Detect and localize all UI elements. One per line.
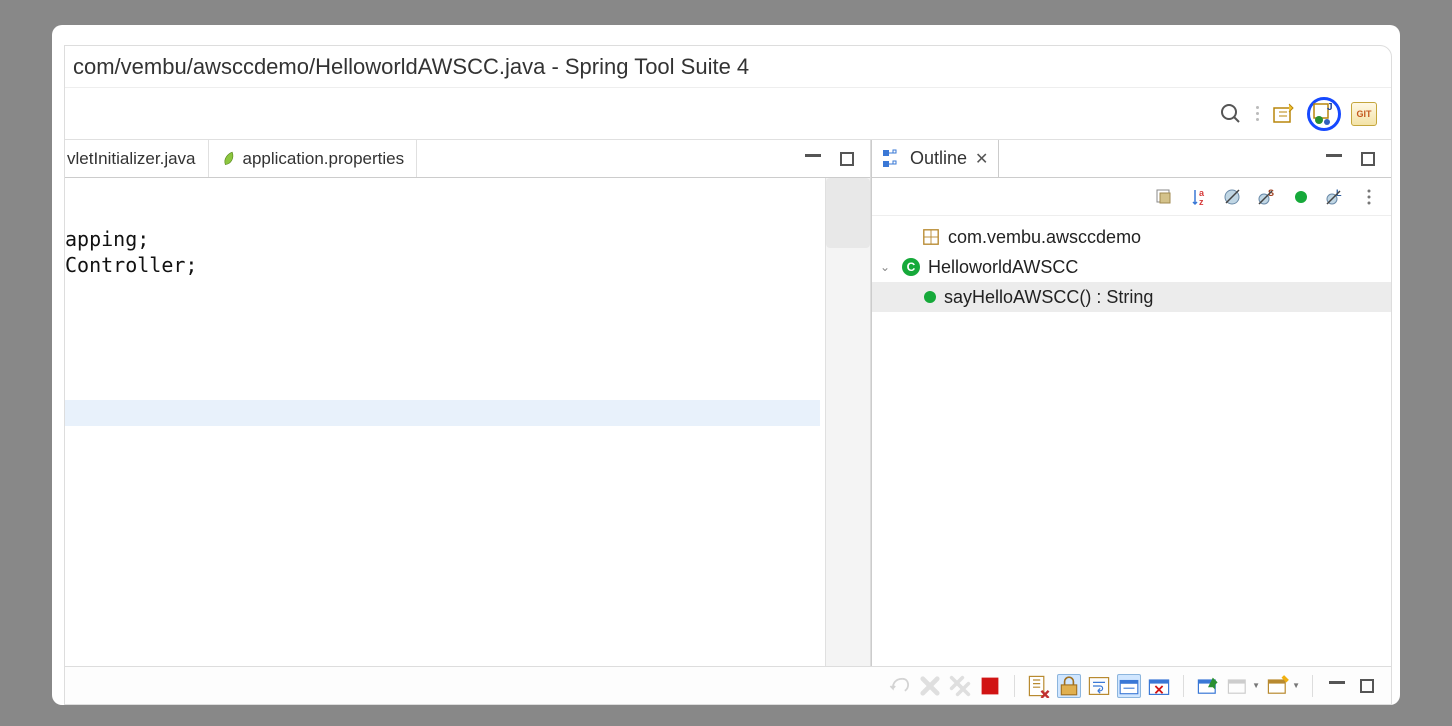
editor-current-line-highlight [65, 400, 820, 426]
sort-icon[interactable]: az [1189, 187, 1209, 207]
hide-local-types-icon[interactable]: L [1325, 187, 1345, 207]
maximize-view-icon[interactable] [1355, 146, 1381, 172]
maximize-view-icon[interactable] [1355, 674, 1379, 698]
class-icon: C [902, 258, 920, 276]
git-label: GIT [1357, 109, 1372, 119]
show-console-on-stderr-icon[interactable] [1147, 674, 1171, 698]
outline-view: Outline ✕ az S L [871, 140, 1391, 704]
display-selected-console-icon[interactable] [1226, 674, 1250, 698]
outline-class-row[interactable]: ⌄ C HelloworldAWSCC [872, 252, 1391, 282]
git-perspective-button[interactable]: GIT [1351, 102, 1377, 126]
spring-leaf-icon [218, 148, 239, 169]
tab-application-properties[interactable]: application.properties [209, 140, 418, 177]
outline-method-label: sayHelloAWSCC() : String [944, 287, 1153, 308]
outline-tree: com.vembu.awsccdemo ⌄ C HelloworldAWSCC … [872, 216, 1391, 704]
window-titlebar: com/vembu/awsccdemo/HelloworldAWSCC.java… [65, 46, 1391, 88]
close-icon[interactable]: ✕ [975, 149, 988, 169]
step-back-icon[interactable] [888, 674, 912, 698]
outline-method-row[interactable]: sayHelloAWSCC() : String [872, 282, 1391, 312]
search-icon[interactable] [1218, 101, 1244, 127]
view-menu-icon[interactable] [1359, 187, 1379, 207]
remove-launch-icon[interactable] [918, 674, 942, 698]
editor-body[interactable]: apping; Controller; [65, 178, 870, 704]
hide-non-public-icon[interactable] [1291, 187, 1311, 207]
public-method-icon [924, 291, 936, 303]
remove-all-launches-icon[interactable] [948, 674, 972, 698]
word-wrap-icon[interactable] [1087, 674, 1111, 698]
outline-package-label: com.vembu.awsccdemo [948, 227, 1141, 248]
show-console-on-stdout-icon[interactable] [1117, 674, 1141, 698]
editor-tabs: vletInitializer.java application.propert… [65, 140, 870, 178]
ide-window: com/vembu/awsccdemo/HelloworldAWSCC.java… [64, 45, 1392, 705]
editor-scrollbar[interactable] [825, 178, 870, 704]
open-console-icon[interactable] [1266, 674, 1290, 698]
minimize-view-icon[interactable] [1321, 146, 1347, 172]
dropdown-arrow-icon[interactable]: ▼ [1292, 681, 1300, 690]
outline-class-label: HelloworldAWSCC [928, 257, 1078, 278]
bottom-status-toolbar: ▼ ▼ [65, 666, 1391, 704]
window-title: com/vembu/awsccdemo/HelloworldAWSCC.java… [73, 54, 749, 80]
minimize-view-icon[interactable] [1325, 674, 1349, 698]
package-icon [922, 228, 940, 246]
scroll-lock-icon[interactable] [1057, 674, 1081, 698]
terminate-icon[interactable] [978, 674, 1002, 698]
hide-static-icon[interactable]: S [1257, 187, 1277, 207]
outline-tab[interactable]: Outline ✕ [872, 140, 999, 177]
tab-label: application.properties [243, 149, 405, 169]
outline-package-row[interactable]: com.vembu.awsccdemo [872, 222, 1391, 252]
open-perspective-icon[interactable] [1271, 101, 1297, 127]
java-perspective-button[interactable]: J [1307, 97, 1341, 131]
outline-toolbar: az S L [872, 178, 1391, 216]
toolbar-separator [1256, 106, 1259, 121]
svg-text:J: J [1327, 102, 1333, 113]
pin-console-icon[interactable] [1196, 674, 1220, 698]
chevron-down-icon[interactable]: ⌄ [880, 260, 894, 274]
editor-text-content: apping; Controller; [65, 226, 197, 278]
top-toolbar: J GIT [65, 88, 1391, 140]
tab-servlet-initializer[interactable]: vletInitializer.java [65, 140, 209, 177]
clear-console-icon[interactable] [1027, 674, 1051, 698]
focus-on-active-task-icon[interactable] [1155, 187, 1175, 207]
minimize-view-icon[interactable] [800, 146, 826, 172]
svg-text:z: z [1199, 197, 1204, 207]
hide-fields-icon[interactable] [1223, 187, 1243, 207]
dropdown-arrow-icon[interactable]: ▼ [1252, 681, 1260, 690]
maximize-view-icon[interactable] [834, 146, 860, 172]
tab-label: vletInitializer.java [67, 149, 196, 169]
editor-area: vletInitializer.java application.propert… [65, 140, 871, 704]
outline-icon [882, 149, 902, 169]
outline-title: Outline [910, 148, 967, 169]
